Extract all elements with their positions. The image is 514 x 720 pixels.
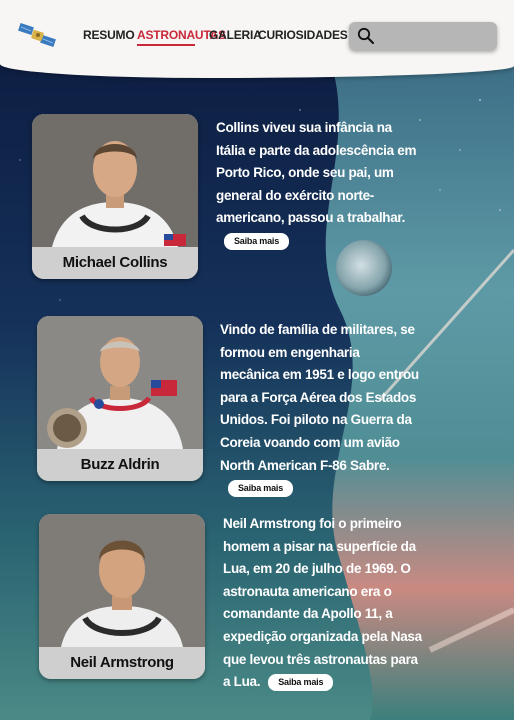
- nav-galeria[interactable]: GALERIA: [209, 28, 262, 42]
- saiba-mais-button[interactable]: Saiba mais: [224, 232, 290, 250]
- astronaut-name: Buzz Aldrin: [37, 449, 203, 481]
- astronaut-name: Neil Armstrong: [39, 647, 205, 679]
- active-nav-underline: [137, 44, 195, 46]
- search-bar[interactable]: [349, 22, 497, 50]
- saiba-mais-button[interactable]: Saiba mais: [228, 480, 294, 498]
- site-header: RESUMO ASTRONAUTAS GALERIA CURIOSIDADES: [0, 0, 514, 78]
- astronaut-photo: [32, 114, 198, 247]
- satellite-logo-icon[interactable]: [17, 21, 59, 51]
- bio-text: Collins viveu sua infância na Itália e p…: [216, 120, 417, 226]
- astronaut-card[interactable]: Michael Collins: [32, 114, 198, 279]
- astronaut-bio: Collins viveu sua infância na Itália e p…: [216, 117, 422, 253]
- bio-text: Neil Armstrong foi o primeiro homem a pi…: [223, 516, 422, 690]
- astronaut-bio: Neil Armstrong foi o primeiro homem a pi…: [223, 513, 426, 694]
- astronaut-name: Michael Collins: [32, 247, 198, 279]
- astronaut-card[interactable]: Buzz Aldrin: [37, 316, 203, 481]
- nav-resumo[interactable]: RESUMO: [83, 28, 135, 42]
- search-input[interactable]: [383, 26, 493, 48]
- astronaut-card[interactable]: Neil Armstrong: [39, 514, 205, 679]
- bio-text: Vindo de família de militares, se formou…: [220, 322, 419, 473]
- astronaut-bio: Vindo de família de militares, se formou…: [220, 319, 420, 500]
- astronaut-photo: [37, 316, 203, 449]
- saiba-mais-button[interactable]: Saiba mais: [268, 674, 334, 692]
- nav-curiosidades[interactable]: CURIOSIDADES: [258, 28, 348, 42]
- astronaut-photo: [39, 514, 205, 647]
- search-icon[interactable]: [357, 27, 375, 45]
